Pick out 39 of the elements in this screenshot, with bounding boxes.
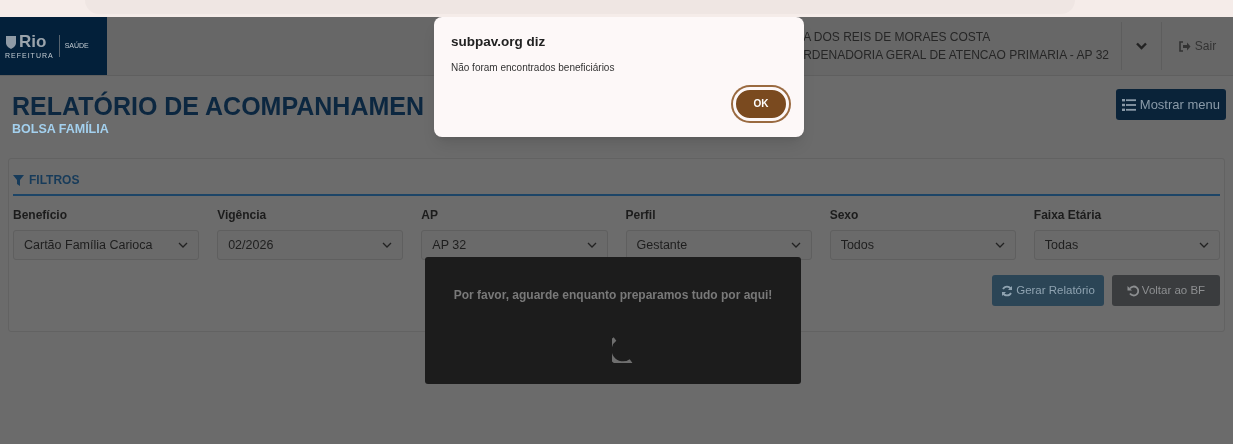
dialog-message: Não foram encontrados beneficiários bbox=[451, 62, 616, 73]
user-name: A DOS REIS DE MORAES COSTA bbox=[803, 31, 992, 43]
chevron-down-icon bbox=[790, 242, 801, 248]
page-subtitle: BOLSA FAMÍLIA bbox=[12, 123, 110, 136]
show-menu-button[interactable]: Mostrar menu bbox=[1115, 89, 1226, 120]
field-label: Perfil bbox=[625, 209, 657, 221]
field-label: AP bbox=[421, 209, 439, 221]
chevron-down-icon bbox=[586, 242, 597, 248]
undo-icon bbox=[1126, 284, 1139, 297]
filter-icon bbox=[13, 174, 24, 186]
chevron-down-icon bbox=[1199, 242, 1209, 248]
select-field[interactable]: AP 32 bbox=[421, 230, 608, 260]
page-title: RELATÓRIO DE ACOMPANHAMEN bbox=[12, 90, 425, 121]
loading-message: Por favor, aguarde enquanto preparamos tudo por aqui! bbox=[453, 287, 773, 304]
sign-out-icon bbox=[1178, 40, 1191, 52]
chevron-down-icon bbox=[994, 242, 1005, 248]
crest-icon bbox=[5, 34, 17, 49]
generate-report-button[interactable]: Gerar Relatório bbox=[992, 275, 1104, 306]
select-field[interactable]: Cartão Família Carioca bbox=[13, 230, 200, 260]
spinner-icon bbox=[612, 337, 634, 363]
refresh-icon bbox=[1001, 284, 1014, 297]
ok-button[interactable]: OK bbox=[733, 86, 789, 121]
field-label: Benefício bbox=[13, 209, 68, 221]
user-unit: RDENADORIA GERAL DE ATENCAO PRIMARIA - AP 32 bbox=[803, 49, 1109, 61]
select-field[interactable]: Todos bbox=[829, 230, 1016, 260]
chevron-down-icon[interactable] bbox=[1136, 42, 1147, 50]
chevron-down-icon bbox=[382, 242, 393, 248]
list-icon bbox=[1121, 98, 1136, 111]
back-button[interactable]: Voltar ao BF bbox=[1112, 275, 1220, 306]
chevron-down-icon bbox=[178, 242, 189, 248]
logo-text: Rio bbox=[19, 33, 47, 50]
field-label: Vigência bbox=[217, 209, 268, 221]
field-label: Sexo bbox=[829, 209, 860, 221]
dialog-title: subpav.org diz bbox=[451, 35, 547, 49]
select-field[interactable]: Gestante bbox=[625, 230, 812, 260]
select-field[interactable]: Todas bbox=[1033, 230, 1220, 260]
field-label: Faixa Etária bbox=[1033, 209, 1103, 221]
filters-heading: FILTROS bbox=[29, 172, 80, 189]
select-field[interactable]: 02/2026 bbox=[217, 230, 404, 260]
